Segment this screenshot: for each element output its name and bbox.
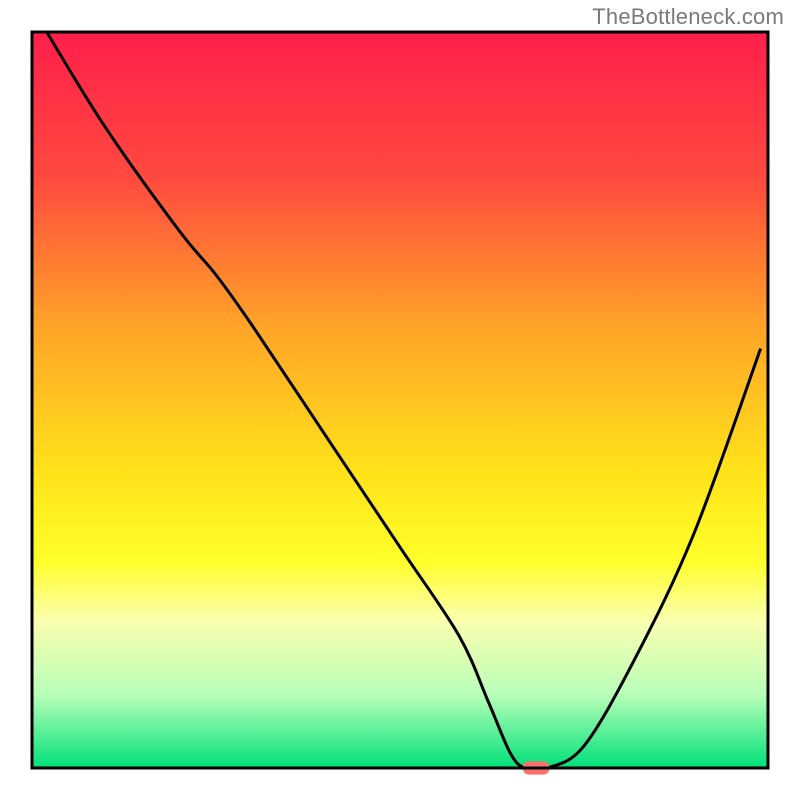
plot-area [32, 32, 768, 775]
chart-container: TheBottleneck.com [0, 0, 800, 800]
plot-background [32, 32, 768, 768]
watermark-text: TheBottleneck.com [592, 4, 784, 30]
bottleneck-chart [0, 0, 800, 800]
